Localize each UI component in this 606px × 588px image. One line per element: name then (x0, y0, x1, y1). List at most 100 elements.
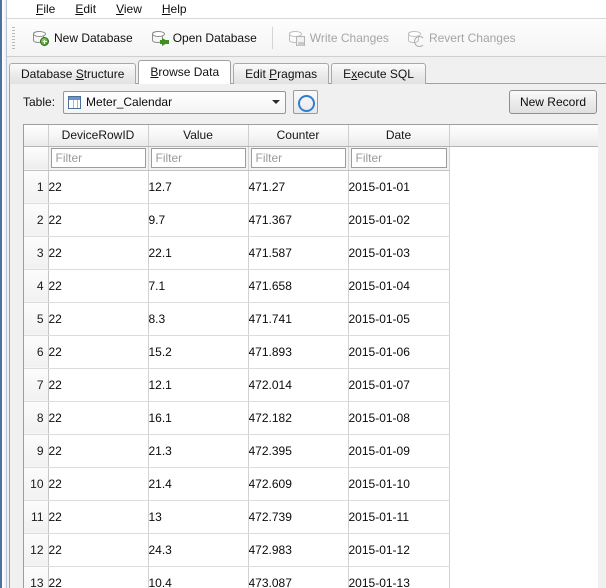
row-number[interactable]: 5 (24, 302, 49, 336)
cell-date[interactable]: 2015-01-07 (348, 368, 450, 402)
table-row[interactable]: 9 22 21.3 472.395 2015-01-09 (24, 434, 598, 468)
cell-value[interactable]: 21.3 (148, 434, 249, 468)
cell-counter[interactable]: 471.587 (248, 236, 349, 270)
cell-value[interactable]: 24.3 (148, 533, 249, 567)
row-number[interactable]: 2 (24, 203, 49, 237)
table-select[interactable]: Meter_Calendar (63, 90, 287, 114)
cell-counter[interactable]: 471.741 (248, 302, 349, 336)
write-changes-button[interactable]: Write Changes (279, 25, 398, 51)
cell-date[interactable]: 2015-01-05 (348, 302, 450, 336)
cell-devicerowid[interactable]: 22 (48, 566, 149, 588)
cell-counter[interactable]: 472.395 (248, 434, 349, 468)
cell-date[interactable]: 2015-01-01 (348, 170, 450, 204)
cell-counter[interactable]: 472.739 (248, 500, 349, 534)
cell-date[interactable]: 2015-01-10 (348, 467, 450, 501)
cell-counter[interactable]: 471.658 (248, 269, 349, 303)
cell-devicerowid[interactable]: 22 (48, 269, 149, 303)
table-row[interactable]: 12 22 24.3 472.983 2015-01-12 (24, 533, 598, 567)
cell-date[interactable]: 2015-01-02 (348, 203, 450, 237)
tab-edit-pragmas[interactable]: Edit Pragmas (233, 63, 330, 84)
cell-value[interactable]: 21.4 (148, 467, 249, 501)
column-header-value[interactable]: Value (148, 125, 249, 147)
menu-item-edit[interactable]: Edit (65, 0, 106, 18)
filter-input-devicerowid[interactable]: Filter (50, 148, 146, 168)
cell-value[interactable]: 12.1 (148, 368, 249, 402)
cell-devicerowid[interactable]: 22 (48, 401, 149, 435)
revert-changes-button[interactable]: Revert Changes (398, 25, 525, 51)
cell-counter[interactable]: 472.182 (248, 401, 349, 435)
menu-item-view[interactable]: View (106, 0, 152, 18)
cell-counter[interactable]: 471.367 (248, 203, 349, 237)
tab-database-structure[interactable]: Database Structure (9, 63, 137, 84)
row-number[interactable]: 3 (24, 236, 49, 270)
row-number[interactable]: 4 (24, 269, 49, 303)
refresh-button[interactable] (293, 90, 319, 114)
cell-counter[interactable]: 472.014 (248, 368, 349, 402)
cell-value[interactable]: 22.1 (148, 236, 249, 270)
new-database-button[interactable]: New Database (23, 25, 142, 51)
row-number[interactable]: 9 (24, 434, 49, 468)
row-number[interactable]: 11 (24, 500, 49, 534)
cell-counter[interactable]: 472.983 (248, 533, 349, 567)
column-header-date[interactable]: Date (348, 125, 450, 147)
cell-date[interactable]: 2015-01-04 (348, 269, 450, 303)
table-row[interactable]: 6 22 15.2 471.893 2015-01-06 (24, 335, 598, 369)
cell-value[interactable]: 7.1 (148, 269, 249, 303)
row-number[interactable]: 13 (24, 566, 49, 588)
table-row[interactable]: 4 22 7.1 471.658 2015-01-04 (24, 269, 598, 303)
tab-execute-sql[interactable]: Execute SQL (331, 63, 426, 84)
cell-date[interactable]: 2015-01-12 (348, 533, 450, 567)
row-number[interactable]: 7 (24, 368, 49, 402)
new-record-button[interactable]: New Record (508, 90, 597, 114)
row-number[interactable]: 1 (24, 170, 49, 204)
filter-input-counter[interactable]: Filter (250, 148, 346, 168)
menu-item-help[interactable]: Help (152, 0, 197, 18)
table-row[interactable]: 2 22 9.7 471.367 2015-01-02 (24, 203, 598, 237)
cell-devicerowid[interactable]: 22 (48, 467, 149, 501)
column-header-counter[interactable]: Counter (248, 125, 349, 147)
cell-value[interactable]: 9.7 (148, 203, 249, 237)
cell-counter[interactable]: 473.087 (248, 566, 349, 588)
data-grid-scroll[interactable]: DeviceRowID Value Counter Date Filter Filter… (23, 124, 598, 588)
cell-counter[interactable]: 471.27 (248, 170, 349, 204)
cell-devicerowid[interactable]: 22 (48, 170, 149, 204)
cell-devicerowid[interactable]: 22 (48, 368, 149, 402)
row-number[interactable]: 8 (24, 401, 49, 435)
cell-value[interactable]: 16.1 (148, 401, 249, 435)
cell-value[interactable]: 10.4 (148, 566, 249, 588)
open-database-button[interactable]: Open Database (142, 25, 266, 51)
row-number[interactable]: 12 (24, 533, 49, 567)
cell-value[interactable]: 13 (148, 500, 249, 534)
table-row[interactable]: 3 22 22.1 471.587 2015-01-03 (24, 236, 598, 270)
cell-date[interactable]: 2015-01-03 (348, 236, 450, 270)
tab-browse-data[interactable]: Browse Data (138, 60, 232, 84)
cell-date[interactable]: 2015-01-13 (348, 566, 450, 588)
cell-devicerowid[interactable]: 22 (48, 335, 149, 369)
cell-date[interactable]: 2015-01-09 (348, 434, 450, 468)
cell-date[interactable]: 2015-01-06 (348, 335, 450, 369)
filter-input-value[interactable]: Filter (150, 148, 246, 168)
menu-item-file[interactable]: File (26, 0, 65, 18)
cell-date[interactable]: 2015-01-11 (348, 500, 450, 534)
table-row[interactable]: 13 22 10.4 473.087 2015-01-13 (24, 566, 598, 588)
cell-devicerowid[interactable]: 22 (48, 203, 149, 237)
cell-counter[interactable]: 472.609 (248, 467, 349, 501)
cell-value[interactable]: 15.2 (148, 335, 249, 369)
cell-date[interactable]: 2015-01-08 (348, 401, 450, 435)
table-row[interactable]: 7 22 12.1 472.014 2015-01-07 (24, 368, 598, 402)
table-row[interactable]: 1 22 12.7 471.27 2015-01-01 (24, 170, 598, 204)
cell-value[interactable]: 8.3 (148, 302, 249, 336)
cell-devicerowid[interactable]: 22 (48, 500, 149, 534)
cell-counter[interactable]: 471.893 (248, 335, 349, 369)
table-row[interactable]: 8 22 16.1 472.182 2015-01-08 (24, 401, 598, 435)
row-number[interactable]: 10 (24, 467, 49, 501)
cell-value[interactable]: 12.7 (148, 170, 249, 204)
table-row[interactable]: 5 22 8.3 471.741 2015-01-05 (24, 302, 598, 336)
table-row[interactable]: 11 22 13 472.739 2015-01-11 (24, 500, 598, 534)
column-header-devicerowid[interactable]: DeviceRowID (48, 125, 149, 147)
toolbar-grip[interactable] (12, 26, 15, 49)
cell-devicerowid[interactable]: 22 (48, 434, 149, 468)
row-number[interactable]: 6 (24, 335, 49, 369)
filter-input-date[interactable]: Filter (350, 148, 447, 168)
cell-devicerowid[interactable]: 22 (48, 302, 149, 336)
